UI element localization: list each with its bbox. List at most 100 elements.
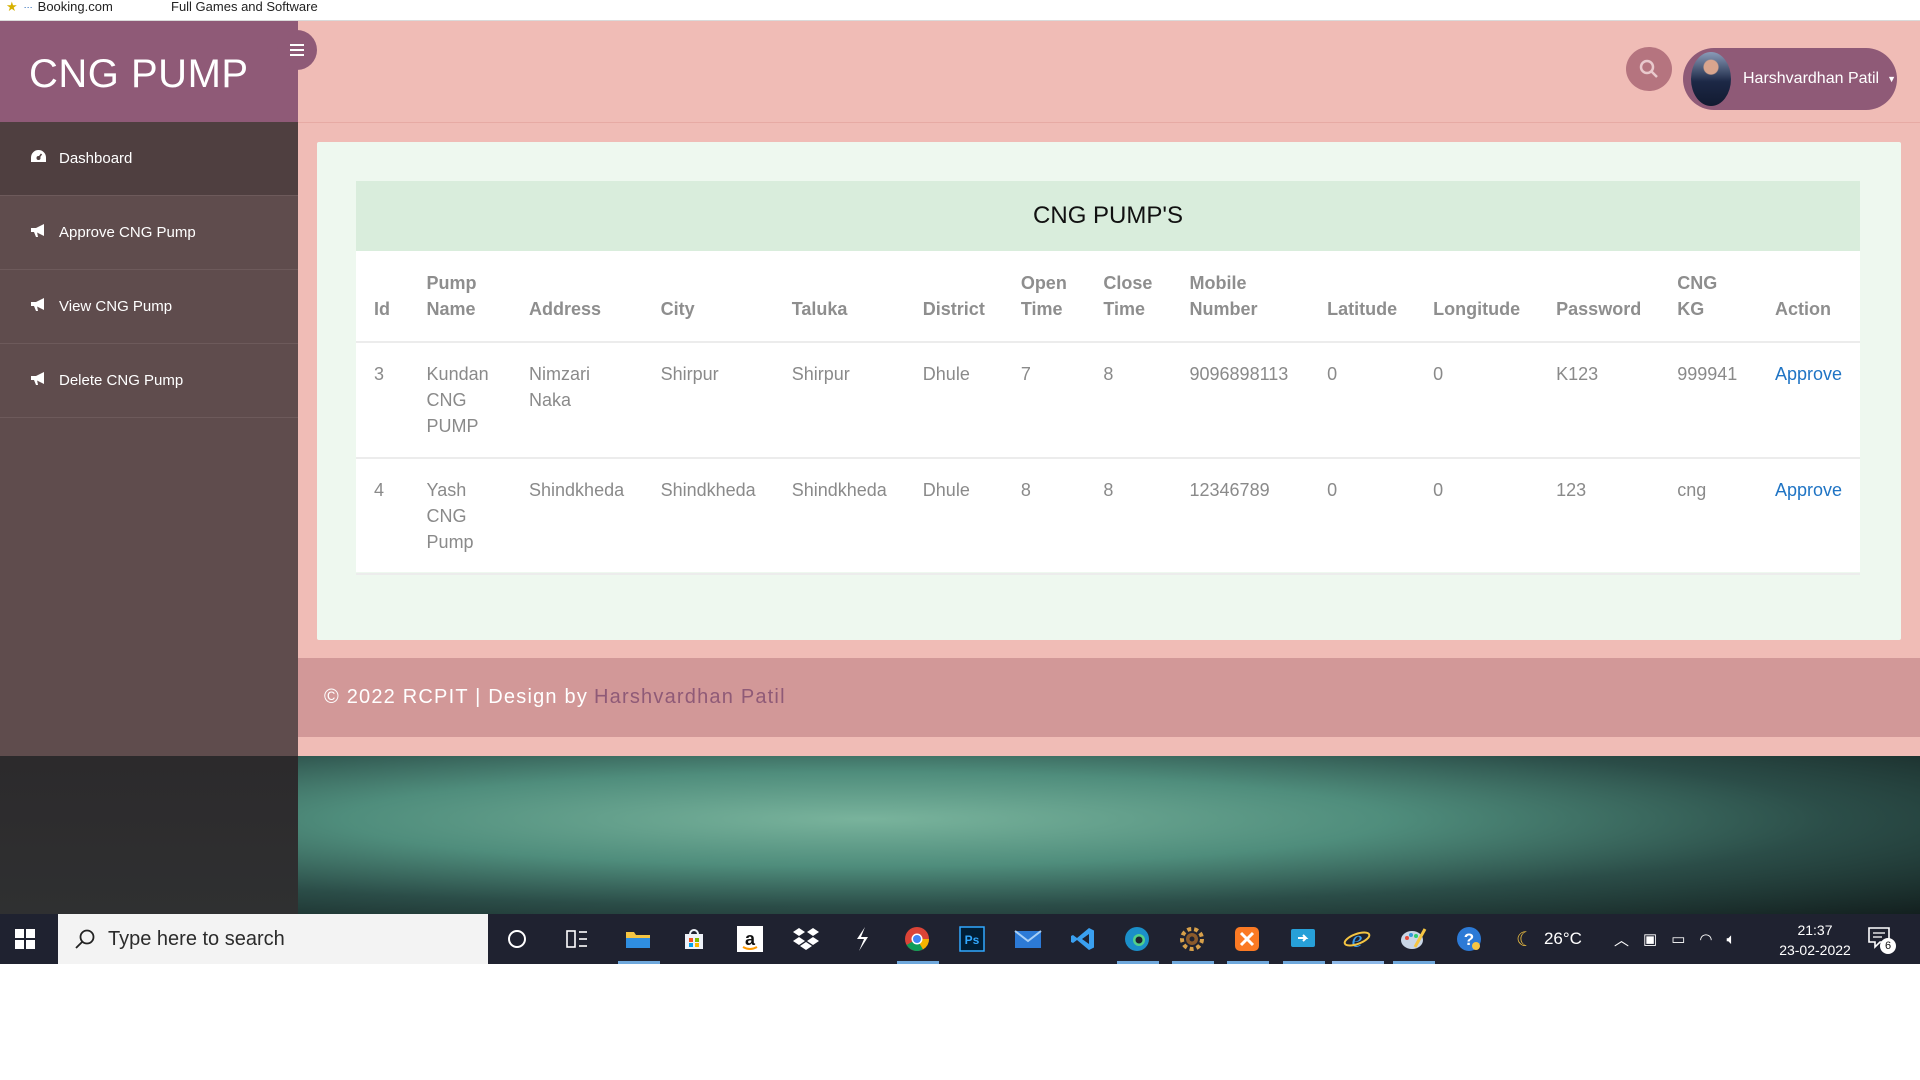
task-view-icon[interactable] [560,922,594,956]
column-header-action: Action [1756,251,1860,343]
cell-open-time: 8 [1002,458,1086,575]
vscode-icon[interactable] [1066,922,1100,956]
sidebar-item-approve-cng-pump[interactable]: Approve CNG Pump [0,196,298,270]
remote-app-icon[interactable] [1286,922,1320,956]
system-tray: ︿ ▣ ▭ ◠ 🔈︎ [1614,914,1736,964]
active-app-indicator [1393,961,1435,964]
active-app-indicator [1332,961,1384,964]
paint-icon[interactable] [1396,922,1430,956]
column-header-id: Id [356,251,409,343]
chrome-icon[interactable] [900,922,934,956]
search-icon [75,929,95,949]
cell-address: Nimzari Naka [511,342,643,459]
cortana-icon[interactable] [500,922,534,956]
chevron-down-icon: ▼ [1887,74,1896,84]
dashboard-icon [29,149,47,168]
internet-explorer-icon[interactable]: e [1340,922,1374,956]
photoshop-icon[interactable]: Ps [955,922,989,956]
column-header-longitude: Longitude [1415,251,1539,343]
table-header-row: Id Pump Name Address City Taluka Distric… [356,251,1860,343]
bookmark-label: Full Games and Software [171,0,318,14]
column-header-pump-name: Pump Name [408,251,512,343]
app-s-icon[interactable] [845,922,879,956]
booking-favicon-icon: ⋯ [23,2,33,12]
cell-district: Dhule [904,458,1003,575]
cell-latitude: 0 [1309,458,1416,575]
search-icon [1639,59,1658,78]
sidebar-item-label: View CNG Pump [59,298,173,315]
cell-city: Shindkheda [642,458,774,575]
svg-text:Ps: Ps [965,933,980,947]
cell-id: 3 [356,342,409,459]
notification-count-badge: 6 [1880,938,1896,954]
approve-link[interactable]: Approve [1756,458,1860,575]
svg-text:a: a [745,929,756,949]
cell-close-time: 8 [1085,458,1172,575]
dropbox-icon[interactable] [789,922,823,956]
user-name: Harshvardhan Patil [1743,70,1880,87]
bookmark-full-games[interactable]: Full Games and Software [171,0,318,14]
active-app-indicator [1117,961,1159,964]
chevron-up-icon[interactable]: ︿ [1614,929,1629,950]
settings-gear-icon[interactable] [1175,922,1209,956]
sidebar-item-delete-cng-pump[interactable]: Delete CNG Pump [0,344,298,418]
footer-copyright: © 2022 RCPIT | Design by [324,686,589,708]
user-menu-button[interactable]: Harshvardhan Patil ▼ [1683,48,1897,110]
cell-password: K123 [1538,342,1660,459]
cell-pump-name: Kundan CNG PUMP [408,342,512,459]
file-explorer-icon[interactable] [621,922,655,956]
microsoft-store-icon[interactable] [677,922,711,956]
active-app-indicator [1283,961,1325,964]
cng-pumps-card: CNG PUMP'S Id Pump Name Address City Tal… [317,142,1901,640]
menu-toggle-button[interactable] [277,30,317,70]
active-app-indicator [897,961,939,964]
edge-icon[interactable] [1120,922,1154,956]
cell-cng-kg: cng [1659,458,1757,575]
cell-taluka: Shirpur [773,342,905,459]
battery-icon[interactable]: ▭ [1671,930,1685,948]
column-header-mobile-number: Mobile Number [1171,251,1310,343]
cell-pump-name: Yash CNG Pump [408,458,512,575]
sidebar-item-dashboard[interactable]: Dashboard [0,122,298,196]
sidebar: CNG PUMP Dashboard Approve CNG Pump View… [0,21,298,756]
desktop-background-left [0,756,298,914]
cell-longitude: 0 [1415,458,1539,575]
taskbar-search-box[interactable]: Type here to search [58,914,488,964]
avatar [1691,52,1731,106]
volume-icon[interactable]: 🔈︎ [1726,931,1735,948]
taskbar-clock[interactable]: 21:37 23-02-2022 [1760,920,1870,960]
help-icon[interactable]: ? [1452,922,1486,956]
bookmark-star-icon: ★ [6,0,18,14]
sidebar-item-view-cng-pump[interactable]: View CNG Pump [0,270,298,344]
windows-start-button[interactable] [10,924,40,954]
main-content: Harshvardhan Patil ▼ CNG PUMP'S Id Pump … [298,21,1920,756]
approve-link[interactable]: Approve [1756,342,1860,459]
topbar-divider [298,122,1920,123]
bullhorn-icon [29,371,47,390]
column-header-open-time: Open Time [1002,251,1086,343]
brand-title[interactable]: CNG PUMP [29,52,249,97]
svg-text:e: e [1352,927,1363,953]
cell-longitude: 0 [1415,342,1539,459]
footer-author-link[interactable]: Harshvardhan Patil [594,686,786,709]
cell-latitude: 0 [1309,342,1416,459]
search-button[interactable] [1626,47,1672,91]
moon-icon: ☾ [1516,928,1534,951]
card-title: CNG PUMP'S [356,181,1860,251]
cell-open-time: 7 [1002,342,1086,459]
cng-pumps-table-wrapper: Id Pump Name Address City Taluka Distric… [356,251,1860,575]
column-header-district: District [904,251,1003,343]
active-app-indicator [618,961,660,964]
wifi-icon[interactable]: ◠ [1699,930,1712,948]
amazon-icon[interactable]: a [733,922,767,956]
meet-now-icon[interactable]: ▣ [1643,930,1657,948]
xampp-icon[interactable] [1230,922,1264,956]
sidebar-item-label: Dashboard [59,150,133,167]
column-header-address: Address [511,251,643,343]
column-header-close-time: Close Time [1085,251,1172,343]
cell-taluka: Shindkheda [773,458,905,575]
weather-widget[interactable]: ☾ 26°C [1516,914,1582,964]
sidebar-item-label: Approve CNG Pump [59,224,196,241]
mail-icon[interactable] [1011,922,1045,956]
bookmark-booking[interactable]: ★ ⋯ Booking.com [6,0,113,14]
